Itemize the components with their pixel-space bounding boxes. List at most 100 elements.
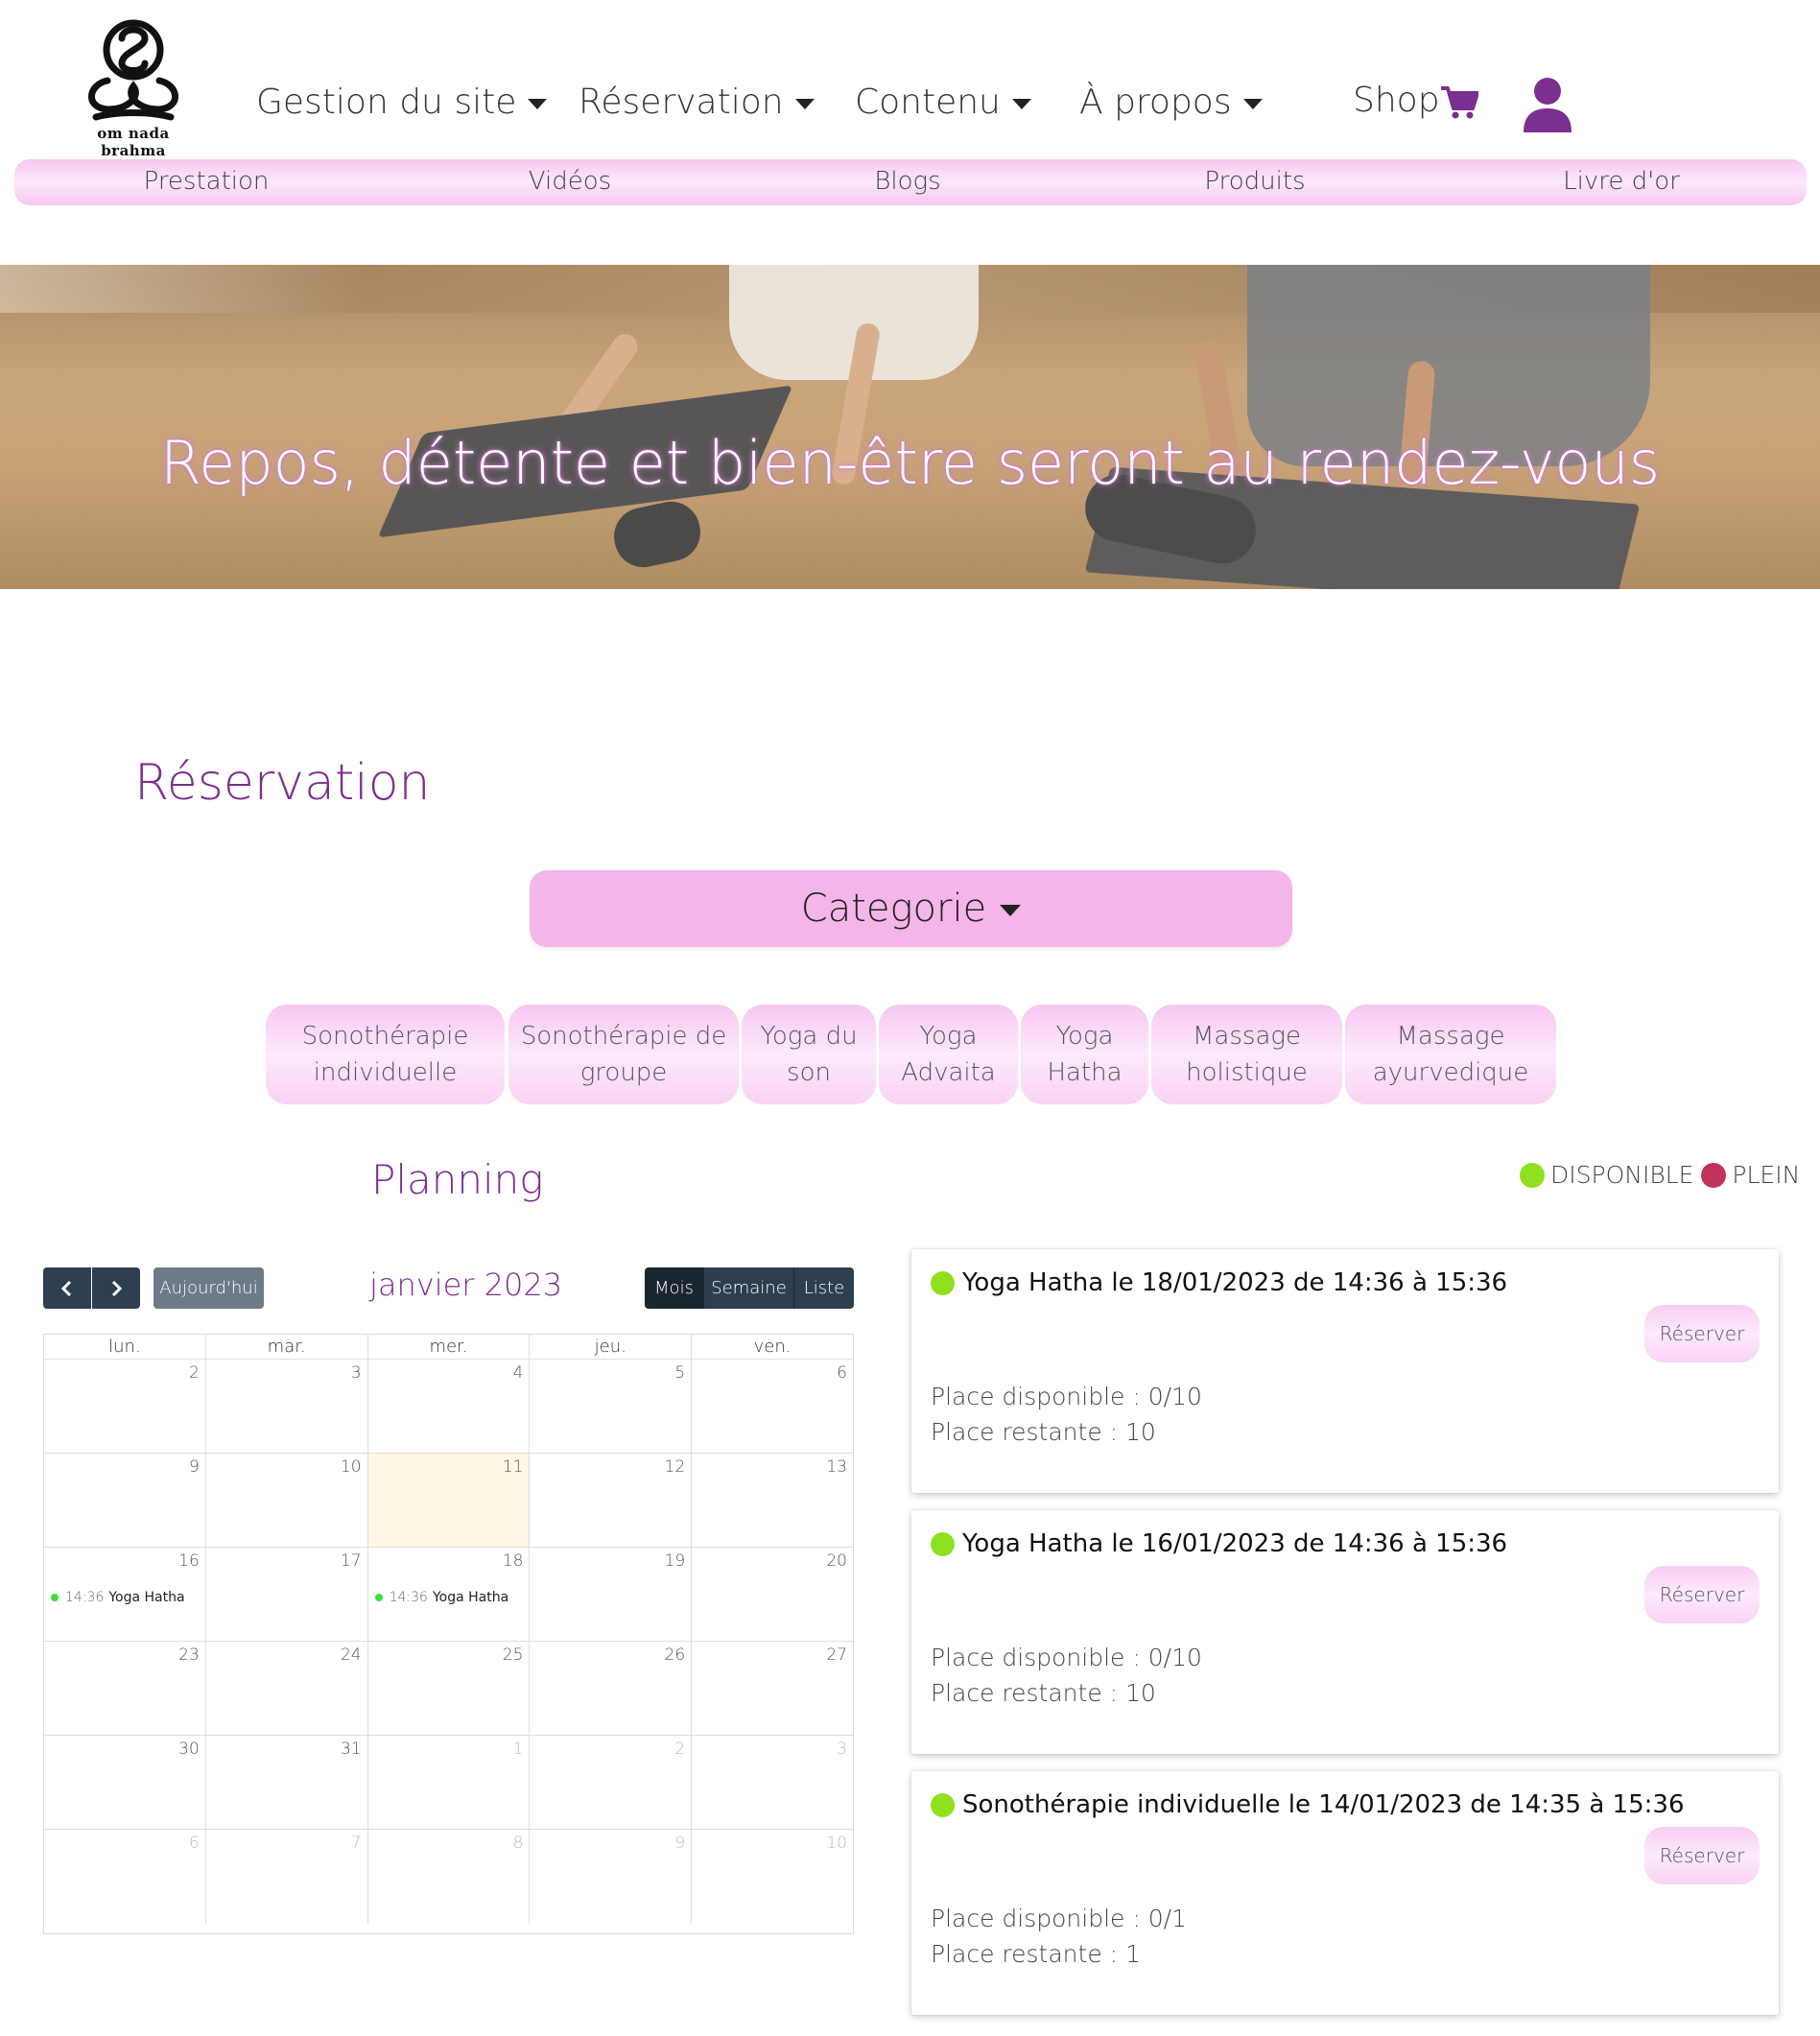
view-list-button[interactable]: Liste [794, 1267, 854, 1309]
session-title-text: Sonothérapie individuelle le 14/01/2023 … [962, 1790, 1685, 1819]
category-yoga-advaita[interactable]: Yoga Advaita [879, 1005, 1018, 1104]
subnav-livre-dor[interactable]: Livre d'or [1563, 167, 1680, 196]
weekday-label: lun. [44, 1335, 206, 1359]
day-number: 6 [188, 1834, 200, 1853]
category-label-line1: Yoga du [760, 1022, 858, 1051]
calendar-day-cell[interactable]: 8 [368, 1830, 531, 1924]
calendar-day-cell[interactable]: 12 [530, 1454, 693, 1547]
category-sonotherapie-de-groupe[interactable]: Sonothérapie de groupe [508, 1005, 739, 1104]
calendar-week-row: 9 10 11 12 13 [44, 1454, 853, 1548]
session-title: Yoga Hatha le 16/01/2023 de 14:36 à 15:3… [931, 1529, 1507, 1558]
reservation-title: Réservation [134, 754, 431, 812]
calendar-day-cell[interactable]: 19 [530, 1548, 693, 1641]
user-account-icon[interactable] [1522, 77, 1573, 132]
calendar-day-cell[interactable]: 31 [206, 1736, 368, 1829]
calendar-day-cell[interactable]: 10 [692, 1830, 853, 1924]
site-logo[interactable]: om nada brahma [69, 17, 198, 159]
day-number: 2 [188, 1363, 200, 1383]
calendar-prev-button[interactable] [43, 1267, 91, 1309]
day-number: 3 [350, 1363, 362, 1383]
session-card: Yoga Hatha le 16/01/2023 de 14:36 à 15:3… [911, 1510, 1779, 1754]
subnav-blogs[interactable]: Blogs [874, 167, 940, 196]
calendar-day-cell[interactable]: 30 [44, 1736, 206, 1829]
subnav-prestation[interactable]: Prestation [144, 167, 270, 196]
day-number: 16 [178, 1551, 200, 1571]
shop-link[interactable]: Shop [1353, 81, 1478, 120]
session-title-text: Yoga Hatha le 16/01/2023 de 14:36 à 15:3… [962, 1529, 1508, 1558]
reserve-button[interactable]: Réserver [1644, 1305, 1760, 1362]
weekday-label: jeu. [530, 1335, 693, 1359]
nav-reservation-label: Réservation [579, 83, 784, 122]
calendar-day-cell[interactable]: 27 [692, 1642, 853, 1735]
view-week-button[interactable]: Semaine [704, 1267, 794, 1309]
day-number: 30 [178, 1740, 200, 1759]
event-time: 14:36 [65, 1590, 105, 1605]
reserve-button[interactable]: Réserver [1644, 1566, 1760, 1623]
event-title: Yoga Hatha [108, 1590, 185, 1605]
legend-available-label: DISPONIBLE [1550, 1161, 1694, 1189]
nav-gestion-du-site[interactable]: Gestion du site [256, 83, 548, 122]
calendar-day-cell[interactable]: 25 [368, 1642, 531, 1735]
calendar-day-cell[interactable]: 4 [368, 1360, 531, 1453]
calendar-day-cell[interactable]: 13 [692, 1454, 853, 1547]
day-number: 19 [664, 1551, 686, 1571]
day-number: 1 [512, 1740, 524, 1759]
event-title: Yoga Hatha [432, 1590, 509, 1605]
view-month-button[interactable]: Mois [645, 1267, 704, 1309]
category-yoga-hatha[interactable]: Yoga Hatha [1021, 1005, 1148, 1104]
calendar-day-cell[interactable]: 10 [206, 1454, 368, 1547]
category-massage-ayurvedique[interactable]: Massage ayurvedique [1345, 1005, 1556, 1104]
hero-title: Repos, détente et bien-être seront au re… [159, 428, 1661, 498]
calendar-event[interactable]: 14:36 Yoga Hatha [374, 1590, 509, 1605]
subnav-produits[interactable]: Produits [1204, 167, 1305, 196]
calendar-day-cell[interactable]: 18 14:36 Yoga Hatha [368, 1548, 531, 1641]
shopping-cart-icon [1440, 86, 1478, 119]
calendar-day-cell[interactable]: 7 [206, 1830, 368, 1924]
reserve-button[interactable]: Réserver [1644, 1827, 1760, 1884]
calendar-day-cell[interactable]: 2 [530, 1736, 693, 1829]
category-label-line1: Yoga [1055, 1022, 1114, 1051]
calendar-day-cell[interactable]: 1 [368, 1736, 531, 1829]
calendar-day-cell[interactable]: 17 [206, 1548, 368, 1641]
calendar-day-cell[interactable]: 24 [206, 1642, 368, 1735]
calendar-day-cell[interactable]: 16 14:36 Yoga Hatha [44, 1548, 206, 1641]
calendar-next-button[interactable] [92, 1267, 140, 1309]
category-label-line1: Sonothérapie [301, 1022, 469, 1051]
calendar-day-cell[interactable]: 9 [44, 1454, 206, 1547]
category-sonotherapie-individuelle[interactable]: Sonothérapie individuelle [266, 1005, 505, 1104]
category-label-line1: Yoga [919, 1022, 978, 1051]
day-number: 10 [340, 1457, 362, 1477]
day-number: 10 [826, 1834, 847, 1853]
subnav-videos[interactable]: Vidéos [529, 167, 611, 196]
day-number: 12 [664, 1457, 686, 1477]
calendar-day-cell[interactable]: 9 [530, 1830, 693, 1924]
day-number: 9 [188, 1457, 200, 1477]
day-number: 17 [340, 1551, 362, 1571]
calendar-day-cell[interactable]: 3 [692, 1736, 853, 1829]
calendar-day-today[interactable]: 11 [367, 1454, 531, 1547]
calendar-event[interactable]: 14:36 Yoga Hatha [51, 1590, 185, 1605]
calendar-day-cell[interactable]: 6 [44, 1830, 206, 1924]
day-number: 24 [340, 1645, 362, 1665]
calendar-today-button[interactable]: Aujourd'hui [154, 1267, 264, 1309]
categorie-dropdown-button[interactable]: Categorie [530, 870, 1292, 947]
weekday-label: ven. [753, 1337, 792, 1357]
category-label-line1: Sonothérapie de [520, 1022, 727, 1051]
calendar-day-cell[interactable]: 5 [530, 1360, 693, 1453]
category-label-line2: groupe [579, 1058, 668, 1087]
calendar-day-cell[interactable]: 23 [44, 1642, 206, 1735]
calendar-day-cell[interactable]: 6 [692, 1360, 853, 1453]
nav-reservation[interactable]: Réservation [579, 83, 815, 122]
weekday-label: mar. [206, 1335, 368, 1359]
category-massage-holistique[interactable]: Massage holistique [1151, 1005, 1342, 1104]
calendar-day-cell[interactable]: 2 [44, 1360, 206, 1453]
calendar-day-cell[interactable]: 26 [530, 1642, 693, 1735]
event-dot-icon [374, 1594, 383, 1601]
nav-contenu[interactable]: Contenu [855, 83, 1031, 122]
nav-a-propos[interactable]: À propos [1079, 83, 1263, 122]
category-yoga-du-son[interactable]: Yoga du son [742, 1005, 876, 1104]
calendar-day-cell[interactable]: 20 [692, 1548, 853, 1641]
available-dot-icon [931, 1531, 955, 1556]
planning-title: Planning [371, 1156, 544, 1203]
calendar-day-cell[interactable]: 3 [206, 1360, 368, 1453]
